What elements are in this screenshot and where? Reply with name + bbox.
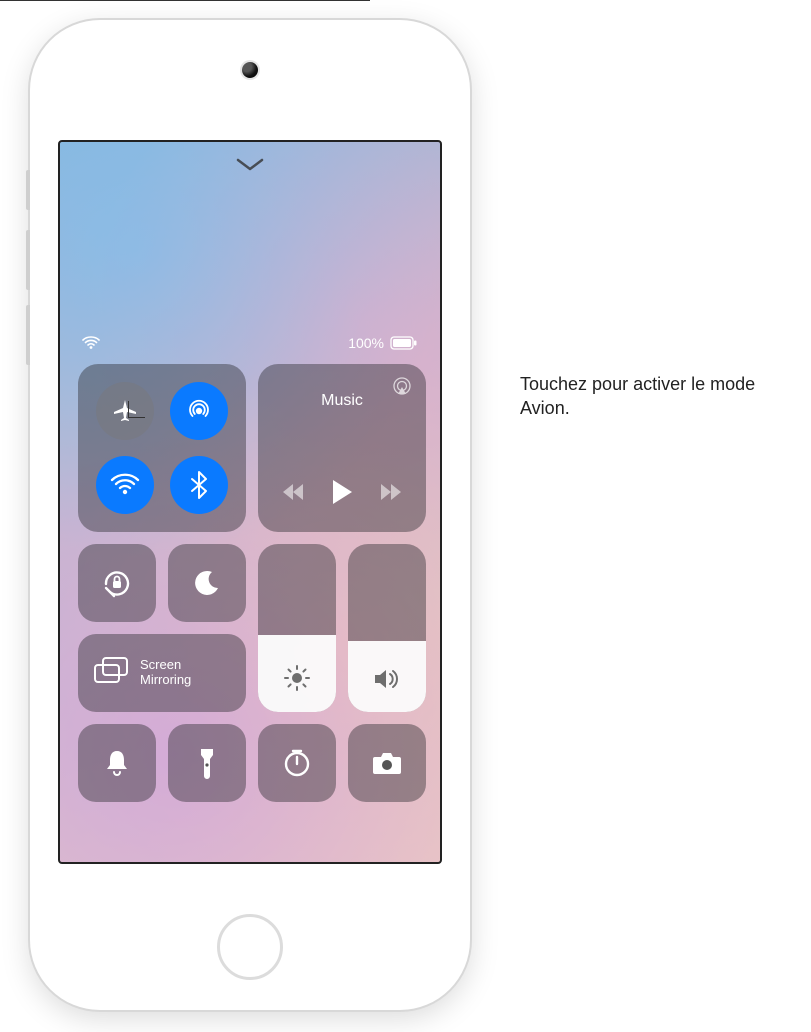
previous-track-button[interactable] bbox=[283, 483, 305, 506]
wifi-icon bbox=[110, 473, 140, 497]
callout-leader-elbow bbox=[128, 401, 145, 418]
front-camera bbox=[242, 62, 258, 78]
device-frame: 100% bbox=[30, 20, 470, 1010]
side-button-volume-down bbox=[26, 305, 30, 365]
airdrop-icon bbox=[184, 396, 214, 426]
battery-icon bbox=[390, 336, 418, 350]
screen-mirroring-label-2: Mirroring bbox=[140, 673, 191, 688]
airplane-mode-button[interactable] bbox=[96, 382, 154, 440]
media-platter[interactable]: Music bbox=[258, 364, 426, 532]
battery-percent-label: 100% bbox=[348, 335, 384, 351]
brightness-icon bbox=[284, 665, 310, 696]
airplay-icon[interactable] bbox=[392, 376, 412, 401]
brightness-slider[interactable] bbox=[258, 544, 336, 712]
callout-leader bbox=[0, 0, 370, 1]
control-center-grid: Music bbox=[78, 364, 426, 802]
status-bar: 100% bbox=[60, 332, 440, 354]
connectivity-platter[interactable] bbox=[78, 364, 246, 532]
play-button[interactable] bbox=[331, 479, 353, 510]
screen-mirroring-icon bbox=[94, 657, 128, 690]
moon-icon bbox=[192, 568, 222, 598]
home-button[interactable] bbox=[217, 914, 283, 980]
camera-icon bbox=[371, 750, 403, 776]
screen-mirroring-button[interactable]: Screen Mirroring bbox=[78, 634, 246, 712]
side-button-volume-up bbox=[26, 230, 30, 290]
media-title: Music bbox=[321, 392, 363, 410]
sound-button[interactable] bbox=[78, 724, 156, 802]
bluetooth-icon bbox=[190, 470, 208, 500]
callout-text: Touchez pour activer le mode Avion. bbox=[520, 372, 790, 421]
flashlight-button[interactable] bbox=[168, 724, 246, 802]
orientation-lock-button[interactable] bbox=[78, 544, 156, 622]
next-track-button[interactable] bbox=[379, 483, 401, 506]
bell-icon bbox=[104, 748, 130, 778]
timer-icon bbox=[282, 748, 312, 778]
dismiss-chevron-icon[interactable] bbox=[236, 158, 264, 177]
volume-slider[interactable] bbox=[348, 544, 426, 712]
flashlight-icon bbox=[198, 747, 216, 779]
do-not-disturb-button[interactable] bbox=[168, 544, 246, 622]
orientation-lock-icon bbox=[100, 566, 134, 600]
screen-mirroring-label-1: Screen bbox=[140, 658, 191, 673]
timer-button[interactable] bbox=[258, 724, 336, 802]
camera-button[interactable] bbox=[348, 724, 426, 802]
screen: 100% bbox=[58, 140, 442, 864]
airdrop-button[interactable] bbox=[170, 382, 228, 440]
wifi-button[interactable] bbox=[96, 456, 154, 514]
side-button-silent bbox=[26, 170, 30, 210]
bluetooth-button[interactable] bbox=[170, 456, 228, 514]
wifi-status-icon bbox=[82, 336, 100, 350]
volume-icon bbox=[373, 667, 401, 696]
